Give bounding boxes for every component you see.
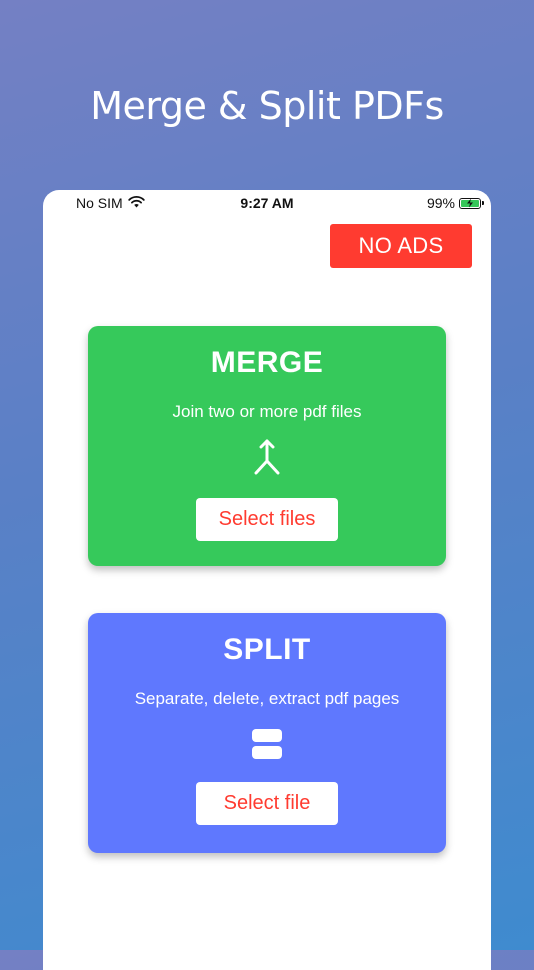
- status-bar: No SIM 9:27 AM 99%: [43, 190, 491, 216]
- battery-icon: [459, 197, 484, 209]
- split-description: Separate, delete, extract pdf pages: [134, 689, 400, 708]
- split-page-icon: [250, 725, 284, 763]
- battery-level-fill: [461, 198, 479, 208]
- split-card[interactable]: SPLIT Separate, delete, extract pdf page…: [88, 613, 446, 853]
- split-title: SPLIT: [223, 633, 311, 666]
- battery-percent: 99%: [426, 195, 455, 211]
- status-right: 99%: [426, 195, 484, 211]
- merge-description: Join two or more pdf files: [172, 402, 362, 421]
- merge-arrows-icon: [250, 438, 284, 476]
- select-file-button[interactable]: Select file: [196, 782, 338, 825]
- merge-card[interactable]: MERGE Join two or more pdf files Select …: [88, 326, 446, 566]
- status-time: 9:27 AM: [240, 195, 294, 211]
- merge-title: MERGE: [210, 346, 324, 379]
- select-files-button[interactable]: Select files: [196, 498, 338, 541]
- promo-headline: Merge & Split PDFs: [90, 84, 444, 128]
- phone-screen: No SIM 9:27 AM 99% NO ADS MERGE Join two…: [43, 190, 491, 970]
- no-ads-button[interactable]: NO ADS: [330, 224, 472, 268]
